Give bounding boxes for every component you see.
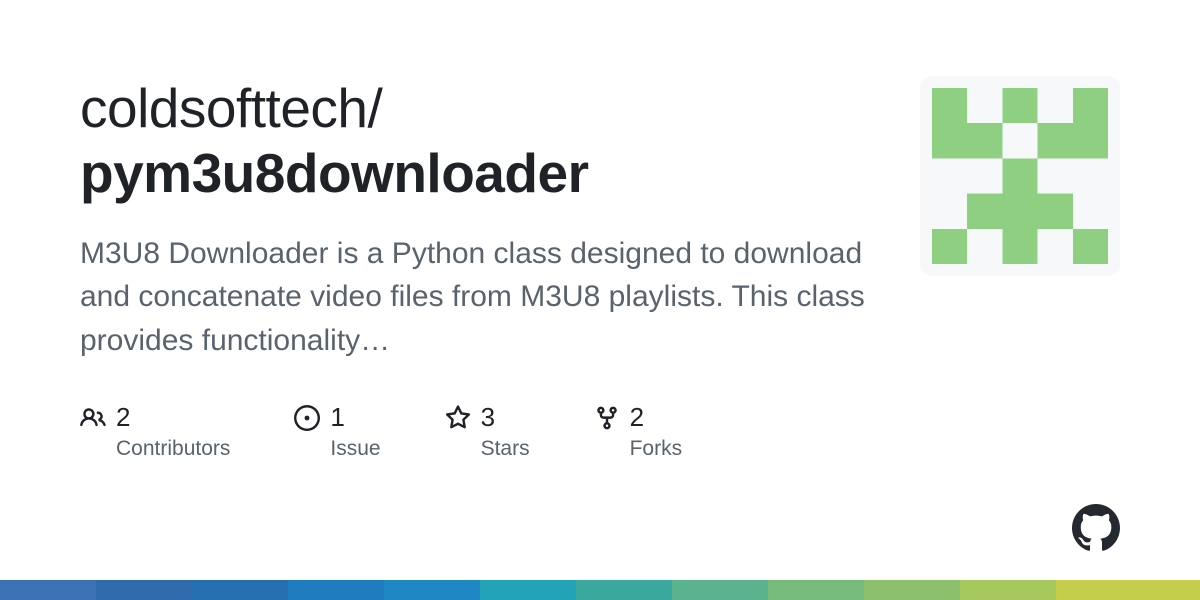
repo-owner[interactable]: coldsofttech: [80, 77, 368, 139]
github-logo[interactable]: [1072, 504, 1120, 552]
forks-label: Forks: [630, 437, 683, 461]
repo-social-card: coldsofttech/ pym3u8downloader M3U8 Down…: [0, 0, 1200, 600]
fork-icon: [594, 405, 620, 431]
repo-title: coldsofttech/ pym3u8downloader: [80, 76, 880, 206]
title-block: coldsofttech/ pym3u8downloader M3U8 Down…: [80, 76, 880, 362]
stars-count: 3: [481, 402, 495, 433]
header-row: coldsofttech/ pym3u8downloader M3U8 Down…: [80, 76, 1120, 362]
stars-label: Stars: [481, 437, 530, 461]
people-icon: [80, 405, 106, 431]
repo-avatar[interactable]: [920, 76, 1120, 276]
repo-name[interactable]: pym3u8downloader: [80, 142, 588, 204]
language-color-bar: [0, 580, 1200, 600]
identicon-icon: [932, 88, 1108, 264]
repo-stats: 2 Contributors 1 Issue 3 Stars 2 Forks: [80, 402, 1120, 461]
stat-forks[interactable]: 2 Forks: [594, 402, 683, 461]
contributors-label: Contributors: [116, 437, 230, 461]
issues-count: 1: [330, 402, 344, 433]
star-icon: [445, 405, 471, 431]
repo-description: M3U8 Downloader is a Python class design…: [80, 232, 880, 363]
stat-contributors[interactable]: 2 Contributors: [80, 402, 230, 461]
github-mark-icon: [1072, 504, 1120, 552]
issues-label: Issue: [330, 437, 380, 461]
issue-icon: [294, 405, 320, 431]
stat-stars[interactable]: 3 Stars: [445, 402, 530, 461]
forks-count: 2: [630, 402, 644, 433]
contributors-count: 2: [116, 402, 130, 433]
stat-issues[interactable]: 1 Issue: [294, 402, 380, 461]
repo-slash: /: [368, 77, 383, 139]
